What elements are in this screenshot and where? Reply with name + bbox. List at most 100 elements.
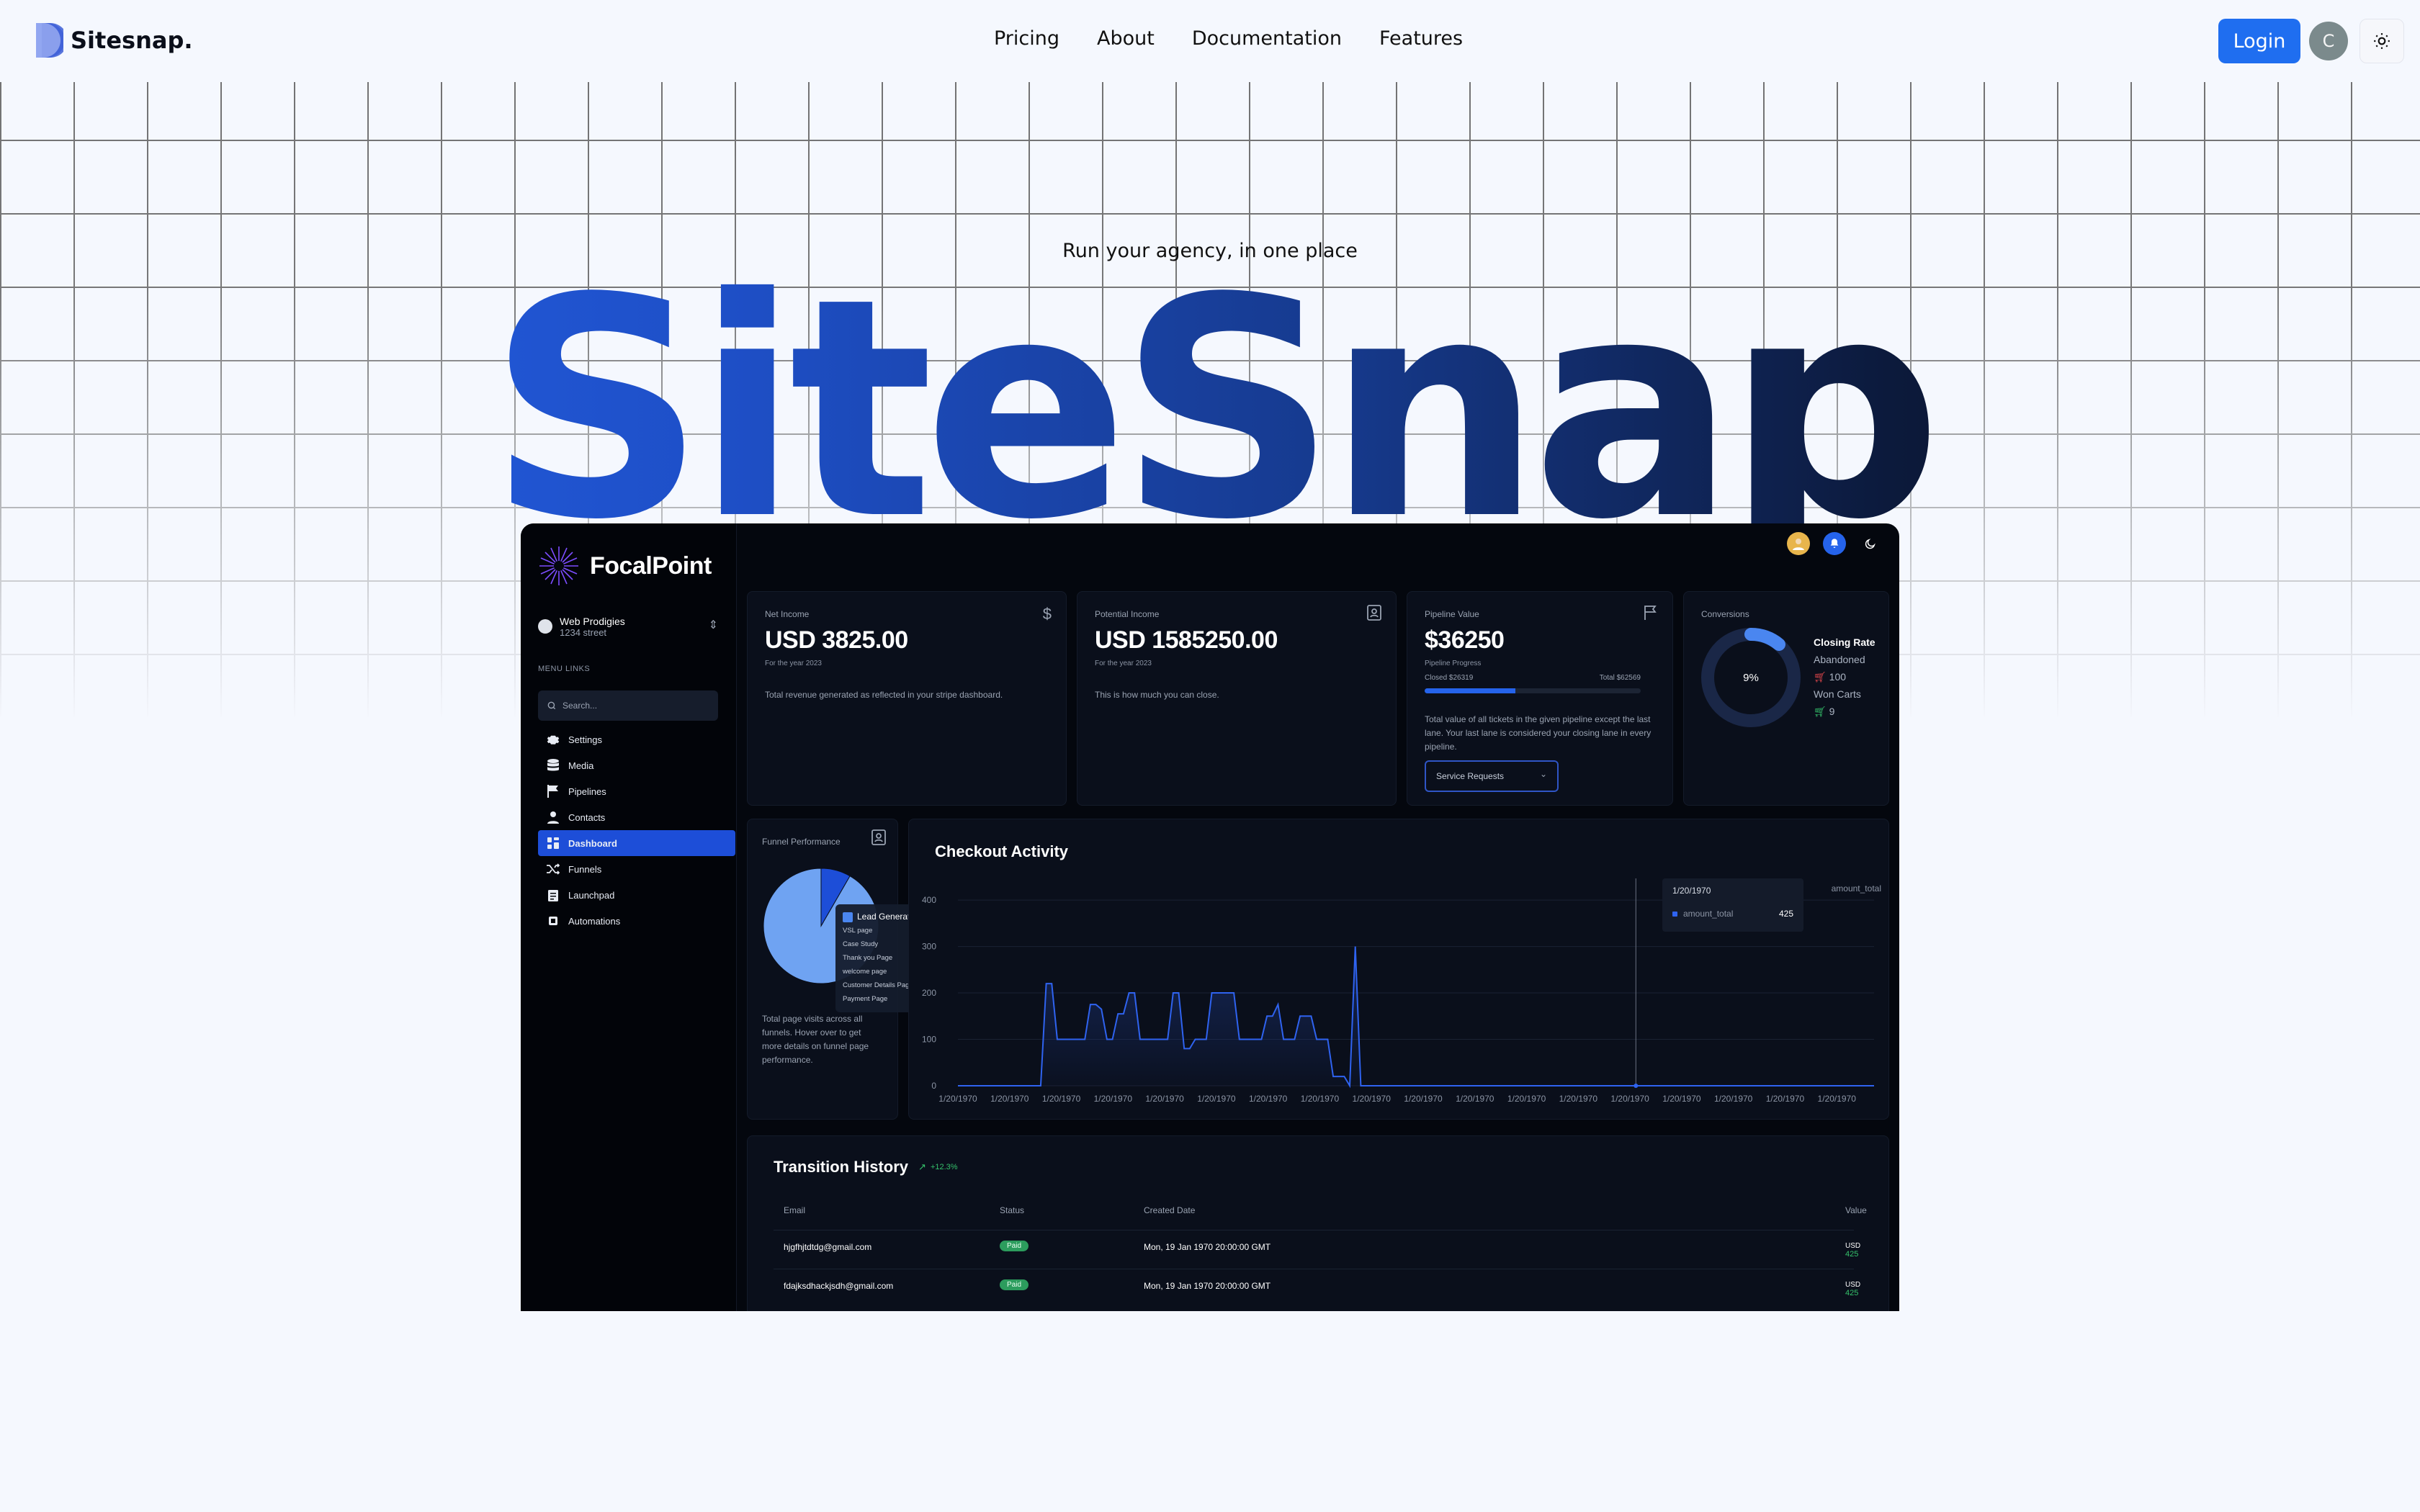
sidebar-search-input[interactable]: Search... bbox=[538, 690, 718, 721]
area-fill bbox=[958, 946, 1874, 1086]
y-tick-label: 200 bbox=[922, 988, 936, 998]
user-avatar-small[interactable] bbox=[1787, 532, 1810, 555]
abandoned-value: 100 bbox=[1829, 671, 1847, 683]
sidebar-item-label: Funnels bbox=[568, 863, 602, 875]
sidebar-item-contacts[interactable]: Contacts bbox=[538, 804, 735, 830]
sidebar-item-launchpad[interactable]: Launchpad bbox=[538, 882, 735, 908]
card-sub: For the year 2023 bbox=[765, 660, 822, 667]
sidebar-item-dashboard[interactable]: Dashboard bbox=[538, 830, 735, 856]
account-name: Web Prodigies bbox=[560, 615, 625, 627]
col-value: Value bbox=[1845, 1205, 1867, 1215]
nav-link-pricing[interactable]: Pricing bbox=[994, 27, 1059, 50]
account-address: 1234 street bbox=[560, 626, 607, 638]
card-description: Total revenue generated as reflected in … bbox=[765, 690, 1003, 700]
x-tick-label: 1/20/1970 bbox=[1559, 1094, 1598, 1104]
legend-label: amount_total bbox=[1832, 883, 1881, 894]
row-date: Mon, 19 Jan 1970 20:00:00 GMT bbox=[1144, 1242, 1271, 1252]
pipeline-total: Total $62569 bbox=[1599, 674, 1641, 682]
x-tick-label: 1/20/1970 bbox=[1353, 1094, 1392, 1104]
col-created-date: Created Date bbox=[1144, 1205, 1196, 1215]
x-tick-label: 1/20/1970 bbox=[990, 1094, 1029, 1104]
sidebar-item-pipelines[interactable]: Pipelines bbox=[538, 778, 735, 804]
brand-name: Sitesnap. bbox=[71, 27, 193, 54]
tooltip-date: 1/20/1970 bbox=[1672, 886, 1711, 896]
won-value: 9 bbox=[1829, 706, 1835, 717]
brand-logo-icon bbox=[35, 22, 68, 59]
card-label: Funnel Performance bbox=[762, 837, 841, 847]
account-switcher[interactable]: Web Prodigies 1234 street ⇕ bbox=[538, 606, 718, 647]
card-description: Total value of all tickets in the given … bbox=[1425, 714, 1652, 752]
card-label: Net Income bbox=[765, 609, 810, 619]
pipeline-select[interactable]: Service Requests ⌄ bbox=[1425, 760, 1559, 792]
card-label: Pipeline Value bbox=[1425, 609, 1479, 619]
pipeline-select-value: Service Requests bbox=[1436, 771, 1505, 781]
checkout-area-chart[interactable]: 0100200300400amount_total1/20/1970 1/20/1… bbox=[909, 819, 1890, 1120]
dashboard-icon bbox=[547, 837, 560, 850]
history-change: +12.3% bbox=[930, 1163, 958, 1171]
checkout-activity-card: Checkout Activity 0 100 200 300 400 amount_to… bbox=[908, 819, 1889, 1120]
chart-tooltip: 1/20/1970 amount_total 425 bbox=[1662, 878, 1803, 932]
x-tick-label: 1/20/1970 bbox=[1610, 1094, 1649, 1104]
y-tick-label: 400 bbox=[922, 895, 936, 905]
abandoned-row: 🛒︎ 100 bbox=[1814, 668, 1876, 685]
nav-link-documentation[interactable]: Documentation bbox=[1192, 27, 1342, 50]
brand[interactable]: Sitesnap. bbox=[35, 22, 193, 59]
cart-icon: 🛒︎ bbox=[1814, 671, 1827, 683]
x-tick-label: 1/20/1970 bbox=[1249, 1094, 1288, 1104]
top-nav: Sitesnap. Pricing About Documentation Fe… bbox=[0, 0, 2420, 82]
won-row: 🛒︎ 9 bbox=[1814, 703, 1876, 720]
card-label: Conversions bbox=[1701, 609, 1749, 619]
chevron-updown-icon: ⇕ bbox=[708, 619, 718, 631]
row-amount: 425 bbox=[1845, 1250, 1859, 1259]
status-badge: Paid bbox=[1000, 1241, 1029, 1251]
table-row[interactable]: fdajksdhackjsdh@gmail.com Paid Mon, 19 J… bbox=[774, 1269, 1860, 1305]
sidebar-item-label: Contacts bbox=[568, 811, 606, 823]
conversion-percent: 9% bbox=[1743, 672, 1759, 684]
clipboard-icon bbox=[547, 888, 560, 901]
x-tick-label: 1/20/1970 bbox=[938, 1094, 977, 1104]
card-sub: For the year 2023 bbox=[1095, 660, 1152, 667]
card-description: Total page visits across all funnels. Ho… bbox=[762, 1014, 869, 1065]
closing-rate-block: Closing Rate Abandoned 🛒︎ 100 Won Carts … bbox=[1814, 634, 1876, 720]
tooltip-value: 425 bbox=[1778, 909, 1793, 919]
x-tick-label: 1/20/1970 bbox=[1301, 1094, 1340, 1104]
sidebar-item-label: Media bbox=[568, 760, 594, 771]
sidebar-menu: Settings Media Pipelines Contacts Dashbo… bbox=[538, 726, 735, 934]
row-email: hjgfhjtdtdg@gmail.com bbox=[784, 1242, 872, 1252]
sidebar-item-automations[interactable]: Automations bbox=[538, 908, 735, 934]
table-header: Email Status Created Date Value bbox=[774, 1194, 1867, 1230]
transition-history-card: Transition History ↗ +12.3% Email Status… bbox=[747, 1135, 1889, 1311]
row-email: fdajksdhackjsdh@gmail.com bbox=[784, 1281, 894, 1291]
nav-link-features[interactable]: Features bbox=[1379, 27, 1463, 50]
sidebar-item-funnels[interactable]: Funnels bbox=[538, 856, 735, 882]
x-tick-label: 1/20/1970 bbox=[1145, 1094, 1184, 1104]
row-date: Mon, 19 Jan 1970 20:00:00 GMT bbox=[1144, 1281, 1271, 1291]
x-tick-label: 1/20/1970 bbox=[1456, 1094, 1494, 1104]
theme-toggle-button[interactable] bbox=[2360, 19, 2404, 63]
notifications-button[interactable] bbox=[1823, 532, 1846, 555]
dashboard-preview: FocalPoint Web Prodigies 1234 street ⇕ M… bbox=[521, 523, 1899, 1311]
potential-income-card: Potential Income USD 1585250.00 For the … bbox=[1077, 591, 1397, 806]
sidebar-item-media[interactable]: Media bbox=[538, 752, 735, 778]
sidebar-item-label: Dashboard bbox=[568, 837, 617, 849]
tooltip-row-name: Case Study bbox=[843, 940, 879, 948]
app-name: FocalPoint bbox=[590, 552, 712, 580]
chip-icon bbox=[547, 914, 560, 927]
search-icon bbox=[547, 701, 556, 710]
sidebar-item-settings[interactable]: Settings bbox=[538, 726, 735, 752]
menu-label: MENU LINKS bbox=[538, 665, 591, 673]
row-amount: 425 bbox=[1845, 1289, 1859, 1297]
focalpoint-logo[interactable]: FocalPoint bbox=[538, 545, 712, 587]
person-icon bbox=[547, 811, 560, 824]
x-tick-label: 1/20/1970 bbox=[1766, 1094, 1805, 1104]
row-currency: USD bbox=[1845, 1281, 1861, 1289]
conversion-donut: 9% bbox=[1701, 627, 1801, 727]
tooltip-row: amount_total 425 bbox=[1672, 909, 1793, 919]
user-avatar[interactable]: C bbox=[2309, 22, 2348, 60]
x-tick-label: 1/20/1970 bbox=[1507, 1094, 1546, 1104]
nav-link-about[interactable]: About bbox=[1097, 27, 1155, 50]
table-row[interactable]: hjgfhjtdtdg@gmail.com Paid Mon, 19 Jan 1… bbox=[774, 1230, 1860, 1266]
x-tick-label: 1/20/1970 bbox=[1818, 1094, 1857, 1104]
dark-mode-button[interactable] bbox=[1859, 532, 1882, 555]
login-button[interactable]: Login bbox=[2218, 19, 2300, 63]
